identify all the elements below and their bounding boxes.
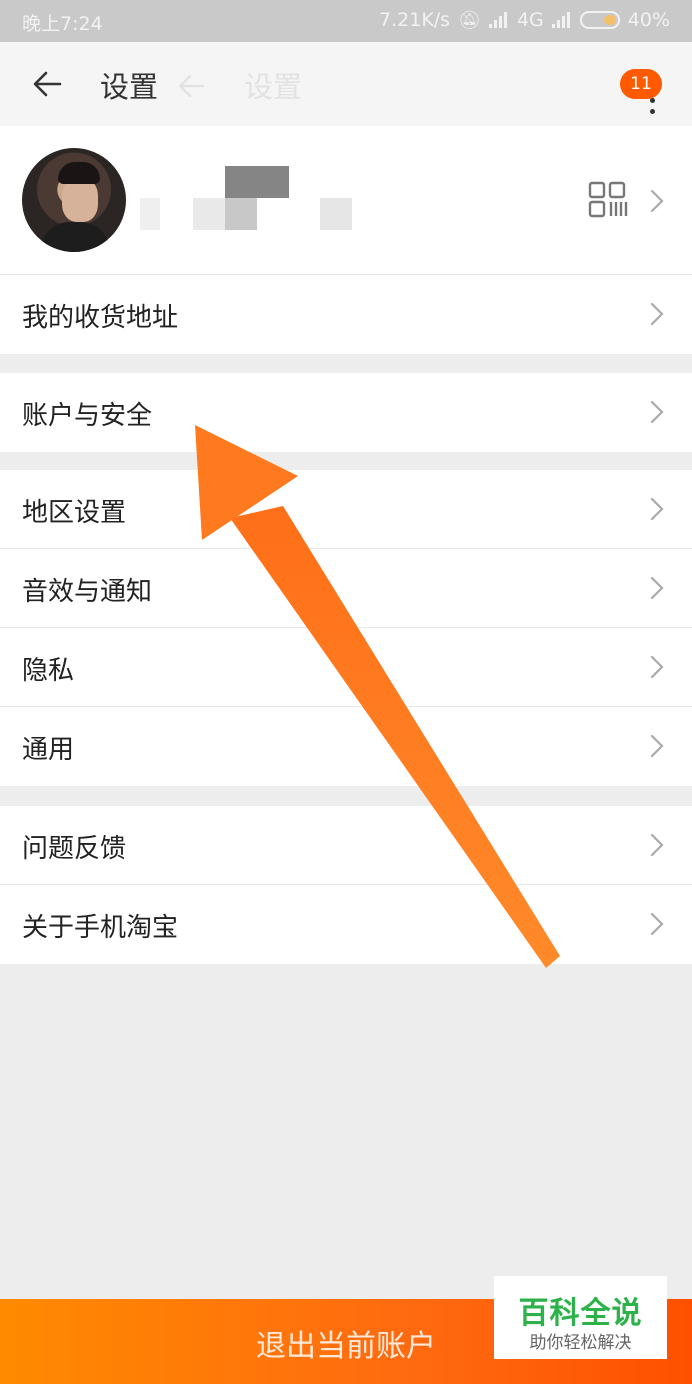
settings-row-region[interactable]: 地区设置 [0,470,692,549]
chevron-right-icon [650,833,664,857]
more-vertical-icon [650,98,656,120]
censored-username [225,166,289,198]
chevron-right-icon [650,400,664,424]
settings-row-label: 通用 [22,735,75,765]
chevron-right-icon [650,734,664,758]
settings-row-sound-notify[interactable]: 音效与通知 [0,549,692,628]
settings-row-about[interactable]: 关于手机淘宝 [0,885,692,964]
settings-row-label: 地区设置 [22,498,127,528]
battery-icon [579,11,620,29]
watermark-subtitle: 助你轻松解决 [529,1333,632,1353]
chevron-right-icon [650,655,664,679]
watermark-title: 百科全说 [518,1296,643,1331]
settings-row-label: 我的收货地址 [22,303,179,333]
status-right: 7.21K/s 🔕︎ 4G 40% [379,9,670,31]
profile-card[interactable] [0,126,692,275]
signal-icon-2 [551,12,572,28]
bell-off-icon: 🔕︎ [458,9,481,31]
ghost-title: 设置 [244,70,303,104]
chevron-right-icon [650,912,664,936]
censored-block [320,198,352,230]
settings-row-account-security[interactable]: 账户与安全 [0,373,692,452]
settings-row-label: 问题反馈 [22,834,127,864]
app-header: 设置 设置 11 [0,42,692,126]
settings-row-feedback[interactable]: 问题反馈 [0,806,692,885]
censored-block [225,198,257,230]
back-button[interactable] [26,62,70,106]
settings-group-address: 我的收货地址 [0,275,692,354]
chevron-right-icon [650,302,664,326]
censored-block [140,198,160,230]
avatar [22,148,126,252]
status-time: 晚上7:24 [22,13,103,35]
page-title: 设置 [100,70,159,104]
notification-badge: 11 [620,69,662,99]
chevron-right-icon [650,189,664,213]
settings-row-label: 关于手机淘宝 [22,913,179,943]
settings-group-account: 账户与安全 [0,373,692,452]
settings-row-label: 隐私 [22,656,75,686]
qr-code-icon[interactable] [586,180,630,220]
settings-row-general[interactable]: 通用 [0,707,692,786]
settings-row-label: 音效与通知 [22,577,153,607]
chevron-right-icon [650,576,664,600]
watermark-logo: 百科全说 助你轻松解决 [494,1276,667,1359]
ghost-back-arrow-icon [179,74,205,98]
network-type: 4G [516,9,544,31]
signal-icon [488,12,509,28]
settings-row-privacy[interactable]: 隐私 [0,628,692,707]
settings-group-general: 地区设置 音效与通知 隐私 通用 [0,470,692,786]
more-menu-button[interactable]: 11 [620,62,670,114]
chevron-right-icon [650,497,664,521]
battery-level: 40% [627,9,670,31]
censored-block [193,198,225,230]
settings-row-address[interactable]: 我的收货地址 [0,275,692,354]
status-bar: 晚上7:24 7.21K/s 🔕︎ 4G 40% [0,0,692,42]
back-arrow-icon [33,71,62,97]
settings-group-about: 问题反馈 关于手机淘宝 [0,806,692,964]
settings-row-label: 账户与安全 [22,401,153,431]
network-speed: 7.21K/s [379,9,451,31]
